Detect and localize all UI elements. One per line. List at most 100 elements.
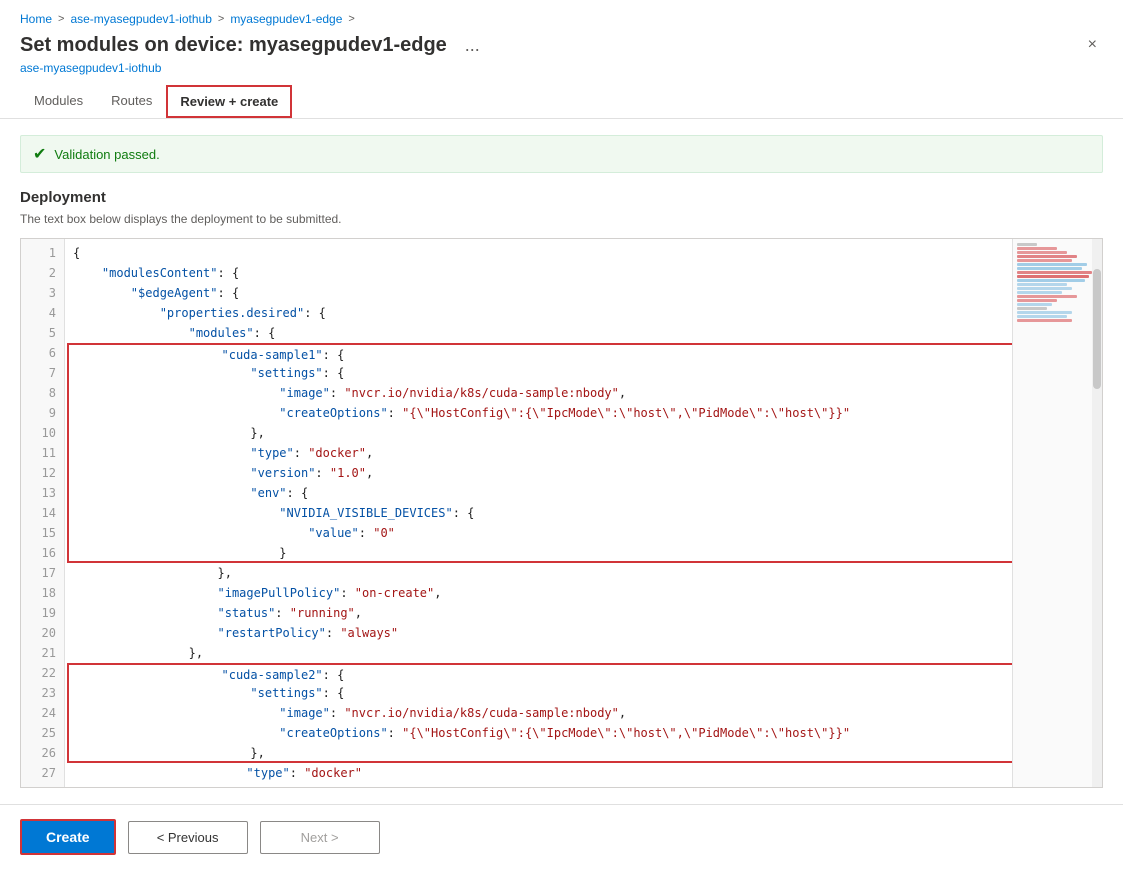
minimap-line [1017, 287, 1072, 290]
line-num-7: 7 [21, 363, 64, 383]
code-line-9: "createOptions": "{\"HostConfig\":{\"Ipc… [67, 403, 1012, 423]
line-num-12: 12 [21, 463, 64, 483]
line-num-27: 27 [21, 763, 64, 783]
minimap-line [1017, 271, 1092, 274]
code-line-17: }, [65, 563, 1012, 583]
code-line-25: "createOptions": "{\"HostConfig\":{\"Ipc… [67, 723, 1012, 743]
minimap-line [1017, 255, 1077, 258]
validation-icon: ✔ [33, 144, 46, 164]
breadcrumb-iothub[interactable]: ase-myasegpudev1-iothub [70, 12, 211, 26]
breadcrumb-home[interactable]: Home [20, 12, 52, 26]
line-num-16: 16 [21, 543, 64, 563]
minimap-content [1013, 239, 1092, 327]
page-subtitle: ase-myasegpudev1-iothub [20, 61, 1103, 75]
code-line-8: "image": "nvcr.io/nvidia/k8s/cuda-sample… [67, 383, 1012, 403]
minimap-line [1017, 307, 1047, 310]
breadcrumb: Home > ase-myasegpudev1-iothub > myasegp… [20, 12, 1103, 26]
line-num-1: 1 [21, 243, 64, 263]
line-num-23: 23 [21, 683, 64, 703]
minimap [1012, 239, 1092, 787]
deployment-description: The text box below displays the deployme… [20, 212, 1103, 226]
more-options-button[interactable]: ... [465, 35, 480, 56]
bottom-bar: Create < Previous Next > [0, 804, 1123, 869]
line-num-2: 2 [21, 263, 64, 283]
breadcrumb-sep-1: > [58, 13, 64, 25]
minimap-line [1017, 263, 1087, 266]
previous-button[interactable]: < Previous [128, 821, 248, 854]
minimap-line [1017, 279, 1085, 282]
line-num-20: 20 [21, 623, 64, 643]
minimap-line [1017, 251, 1067, 254]
line-num-13: 13 [21, 483, 64, 503]
line-num-24: 24 [21, 703, 64, 723]
code-line-18: "imagePullPolicy": "on-create", [65, 583, 1012, 603]
line-num-10: 10 [21, 423, 64, 443]
code-line-4: "properties.desired": { [65, 303, 1012, 323]
code-line-27: "type": "docker" [65, 763, 1012, 783]
validation-bar: ✔ Validation passed. [20, 135, 1103, 173]
code-line-13: "env": { [67, 483, 1012, 503]
line-num-11: 11 [21, 443, 64, 463]
code-line-19: "status": "running", [65, 603, 1012, 623]
top-bar: Home > ase-myasegpudev1-iothub > myasegp… [0, 0, 1123, 119]
minimap-line [1017, 319, 1072, 322]
tab-review-create[interactable]: Review + create [166, 85, 292, 118]
deployment-title: Deployment [20, 189, 1103, 206]
minimap-line [1017, 267, 1082, 270]
line-num-4: 4 [21, 303, 64, 323]
code-line-22: "cuda-sample2": { [67, 663, 1012, 683]
minimap-line [1017, 259, 1072, 262]
scrollbar-thumb[interactable] [1093, 269, 1101, 389]
tabs: Modules Routes Review + create [20, 85, 1103, 118]
code-line-26: }, [67, 743, 1012, 763]
code-line-12: "version": "1.0", [67, 463, 1012, 483]
line-num-22: 22 [21, 663, 64, 683]
code-line-20: "restartPolicy": "always" [65, 623, 1012, 643]
breadcrumb-sep-2: > [218, 13, 224, 25]
create-button[interactable]: Create [20, 819, 116, 855]
scrollbar[interactable] [1092, 239, 1102, 787]
minimap-line [1017, 275, 1089, 278]
line-num-18: 18 [21, 583, 64, 603]
minimap-line [1017, 315, 1067, 318]
line-num-6: 6 [21, 343, 64, 363]
line-num-21: 21 [21, 643, 64, 663]
line-num-17: 17 [21, 563, 64, 583]
tab-modules[interactable]: Modules [20, 85, 97, 118]
main-content: ✔ Validation passed. Deployment The text… [0, 119, 1123, 804]
code-line-5: "modules": { [65, 323, 1012, 343]
minimap-line [1017, 303, 1052, 306]
code-line-2: "modulesContent": { [65, 263, 1012, 283]
line-num-5: 5 [21, 323, 64, 343]
tab-routes[interactable]: Routes [97, 85, 166, 118]
line-numbers: 1 2 3 4 5 6 7 8 9 10 11 12 13 14 15 16 1… [21, 239, 65, 787]
close-button[interactable]: × [1082, 34, 1103, 56]
code-line-16: } [67, 543, 1012, 563]
next-button[interactable]: Next > [260, 821, 380, 854]
code-line-15: "value": "0" [67, 523, 1012, 543]
line-num-25: 25 [21, 723, 64, 743]
line-num-3: 3 [21, 283, 64, 303]
code-line-14: "NVIDIA_VISIBLE_DEVICES": { [67, 503, 1012, 523]
line-num-19: 19 [21, 603, 64, 623]
page-title: Set modules on device: myasegpudev1-edge [20, 34, 447, 57]
line-num-26: 26 [21, 743, 64, 763]
code-line-23: "settings": { [67, 683, 1012, 703]
breadcrumb-edge[interactable]: myasegpudev1-edge [230, 12, 342, 26]
code-area: { "modulesContent": { "$edgeAgent": { "p… [65, 239, 1012, 787]
minimap-line [1017, 295, 1077, 298]
code-line-24: "image": "nvcr.io/nvidia/k8s/cuda-sample… [67, 703, 1012, 723]
code-line-10: }, [67, 423, 1012, 443]
minimap-line [1017, 291, 1062, 294]
code-line-6: "cuda-sample1": { [67, 343, 1012, 363]
code-line-7: "settings": { [67, 363, 1012, 383]
code-container[interactable]: 1 2 3 4 5 6 7 8 9 10 11 12 13 14 15 16 1… [20, 238, 1103, 788]
validation-text: Validation passed. [54, 147, 159, 162]
code-line-21: }, [65, 643, 1012, 663]
line-num-15: 15 [21, 523, 64, 543]
line-num-8: 8 [21, 383, 64, 403]
code-line-3: "$edgeAgent": { [65, 283, 1012, 303]
minimap-line [1017, 283, 1067, 286]
page-header: Set modules on device: myasegpudev1-edge… [20, 34, 1103, 57]
code-line-1: { [65, 243, 1012, 263]
